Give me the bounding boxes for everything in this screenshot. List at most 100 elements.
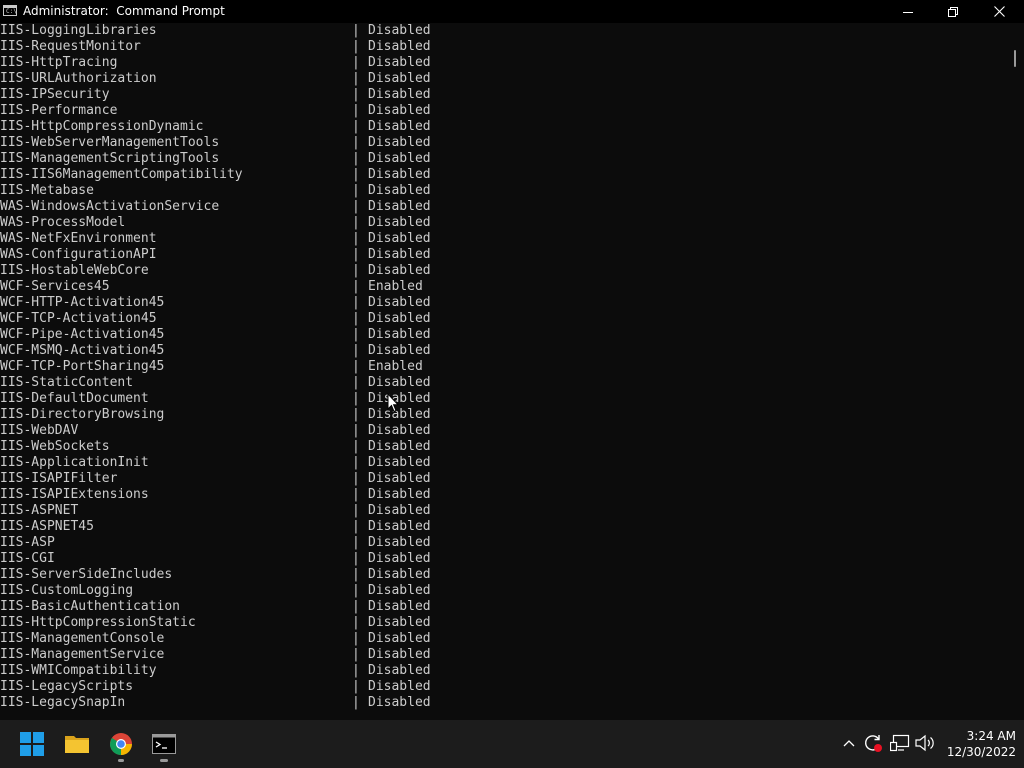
- taskbar-chrome[interactable]: [101, 724, 141, 764]
- feature-name: WCF-TCP-PortSharing45: [0, 359, 165, 374]
- feature-name: WCF-Pipe-Activation45: [0, 327, 165, 342]
- feature-state: Disabled: [368, 423, 431, 438]
- column-separator: |: [352, 615, 360, 630]
- feature-name: IIS-ServerSideIncludes: [0, 567, 173, 582]
- console-line: IIS-ASPNET45 | Disabled: [0, 519, 600, 535]
- column-separator: |: [352, 359, 360, 374]
- column-separator: |: [352, 247, 360, 262]
- show-hidden-icons-button[interactable]: [838, 732, 860, 754]
- console-line: WCF-TCP-PortSharing45 | Enabled: [0, 359, 600, 375]
- column-separator: |: [352, 455, 360, 470]
- column-separator: |: [352, 567, 360, 582]
- console-line: IIS-URLAuthorization | Disabled: [0, 71, 600, 87]
- command-prompt-icon: [152, 734, 176, 754]
- scrollbar-thumb[interactable]: [1014, 50, 1016, 67]
- feature-name: IIS-WebSockets: [0, 439, 110, 454]
- console-line: IIS-StaticContent | Disabled: [0, 375, 600, 391]
- feature-state: Disabled: [368, 135, 431, 150]
- console-line: WCF-Services45 | Enabled: [0, 279, 600, 295]
- feature-name: IIS-WMICompatibility: [0, 663, 157, 678]
- taskbar-file-explorer[interactable]: [57, 724, 97, 764]
- console-line: IIS-ApplicationInit | Disabled: [0, 455, 600, 471]
- feature-state: Disabled: [368, 471, 431, 486]
- feature-name: IIS-WebServerManagementTools: [0, 135, 220, 150]
- console-line: IIS-WMICompatibility | Disabled: [0, 663, 600, 679]
- console-line: IIS-ManagementService | Disabled: [0, 647, 600, 663]
- start-button[interactable]: [12, 724, 52, 764]
- title-bar[interactable]: C:\ Administrator: Command Prompt: [0, 0, 1024, 23]
- mouse-pointer-icon: [387, 393, 399, 413]
- feature-name: IIS-CustomLogging: [0, 583, 134, 598]
- feature-name: WCF-Services45: [0, 279, 110, 294]
- column-separator: |: [352, 487, 360, 502]
- feature-name: WAS-WindowsActivationService: [0, 199, 220, 214]
- console-line: IIS-ISAPIExtensions | Disabled: [0, 487, 600, 503]
- window-title: Administrator: Command Prompt: [23, 4, 225, 18]
- console-line: IIS-CustomLogging | Disabled: [0, 583, 600, 599]
- console-output[interactable]: IIS-LoggingLibraries | Disabled IIS-Request…: [0, 23, 1006, 720]
- feature-state: Disabled: [368, 215, 431, 230]
- windows-update-tray[interactable]: [862, 732, 884, 754]
- feature-name: IIS-Metabase: [0, 183, 94, 198]
- column-separator: |: [352, 135, 360, 150]
- feature-state: Disabled: [368, 519, 431, 534]
- volume-tray[interactable]: [914, 732, 936, 754]
- column-separator: |: [352, 327, 360, 342]
- feature-state: Disabled: [368, 295, 431, 310]
- feature-name: IIS-DirectoryBrowsing: [0, 407, 165, 422]
- column-separator: |: [352, 279, 360, 294]
- console-line: WCF-Pipe-Activation45 | Disabled: [0, 327, 600, 343]
- column-separator: |: [352, 599, 360, 614]
- network-tray[interactable]: [889, 732, 911, 754]
- console-line: IIS-HostableWebCore | Disabled: [0, 263, 600, 279]
- feature-state: Disabled: [368, 327, 431, 342]
- minimize-button[interactable]: [885, 0, 931, 23]
- column-separator: |: [352, 23, 360, 38]
- feature-state: Disabled: [368, 679, 431, 694]
- close-icon: [993, 6, 1005, 17]
- console-line: WAS-WindowsActivationService | Disabled: [0, 199, 600, 215]
- command-prompt-app-icon: C:\: [3, 5, 17, 16]
- feature-name: IIS-HostableWebCore: [0, 263, 149, 278]
- taskbar-command-prompt[interactable]: [144, 724, 184, 764]
- feature-name: IIS-ManagementScriptingTools: [0, 151, 220, 166]
- feature-state: Disabled: [368, 647, 431, 662]
- feature-name: WCF-MSMQ-Activation45: [0, 343, 165, 358]
- restore-icon: [948, 6, 958, 17]
- console-line: IIS-ASPNET | Disabled: [0, 503, 600, 519]
- console-line: IIS-IPSecurity | Disabled: [0, 87, 600, 103]
- console-line: WAS-ProcessModel | Disabled: [0, 215, 600, 231]
- console-line: WCF-TCP-Activation45 | Disabled: [0, 311, 600, 327]
- console-line: WAS-NetFxEnvironment | Disabled: [0, 231, 600, 247]
- system-clock[interactable]: 3:24 AM 12/30/2022: [940, 728, 1016, 760]
- feature-state: Disabled: [368, 343, 431, 358]
- feature-name: WAS-ProcessModel: [0, 215, 126, 230]
- feature-name: WAS-NetFxEnvironment: [0, 231, 157, 246]
- taskbar: [0, 720, 1024, 768]
- console-line: IIS-BasicAuthentication | Disabled: [0, 599, 600, 615]
- restore-button[interactable]: [930, 0, 976, 23]
- vertical-scrollbar[interactable]: [1006, 23, 1024, 720]
- column-separator: |: [352, 471, 360, 486]
- column-separator: |: [352, 119, 360, 134]
- chevron-up-icon: [843, 740, 855, 747]
- column-separator: |: [352, 391, 360, 406]
- column-separator: |: [352, 519, 360, 534]
- feature-state: Disabled: [368, 199, 431, 214]
- column-separator: |: [352, 663, 360, 678]
- feature-name: IIS-StaticContent: [0, 375, 134, 390]
- close-button[interactable]: [976, 0, 1022, 23]
- column-separator: |: [352, 263, 360, 278]
- console-line: WCF-MSMQ-Activation45 | Disabled: [0, 343, 600, 359]
- column-separator: |: [352, 679, 360, 694]
- column-separator: |: [352, 503, 360, 518]
- column-separator: |: [352, 407, 360, 422]
- feature-name: IIS-IPSecurity: [0, 87, 110, 102]
- console-line: IIS-WebServerManagementTools | Disabled: [0, 135, 600, 151]
- column-separator: |: [352, 695, 360, 710]
- feature-state: Disabled: [368, 583, 431, 598]
- column-separator: |: [352, 551, 360, 566]
- column-separator: |: [352, 647, 360, 662]
- feature-name: WAS-ConfigurationAPI: [0, 247, 157, 262]
- column-separator: |: [352, 535, 360, 550]
